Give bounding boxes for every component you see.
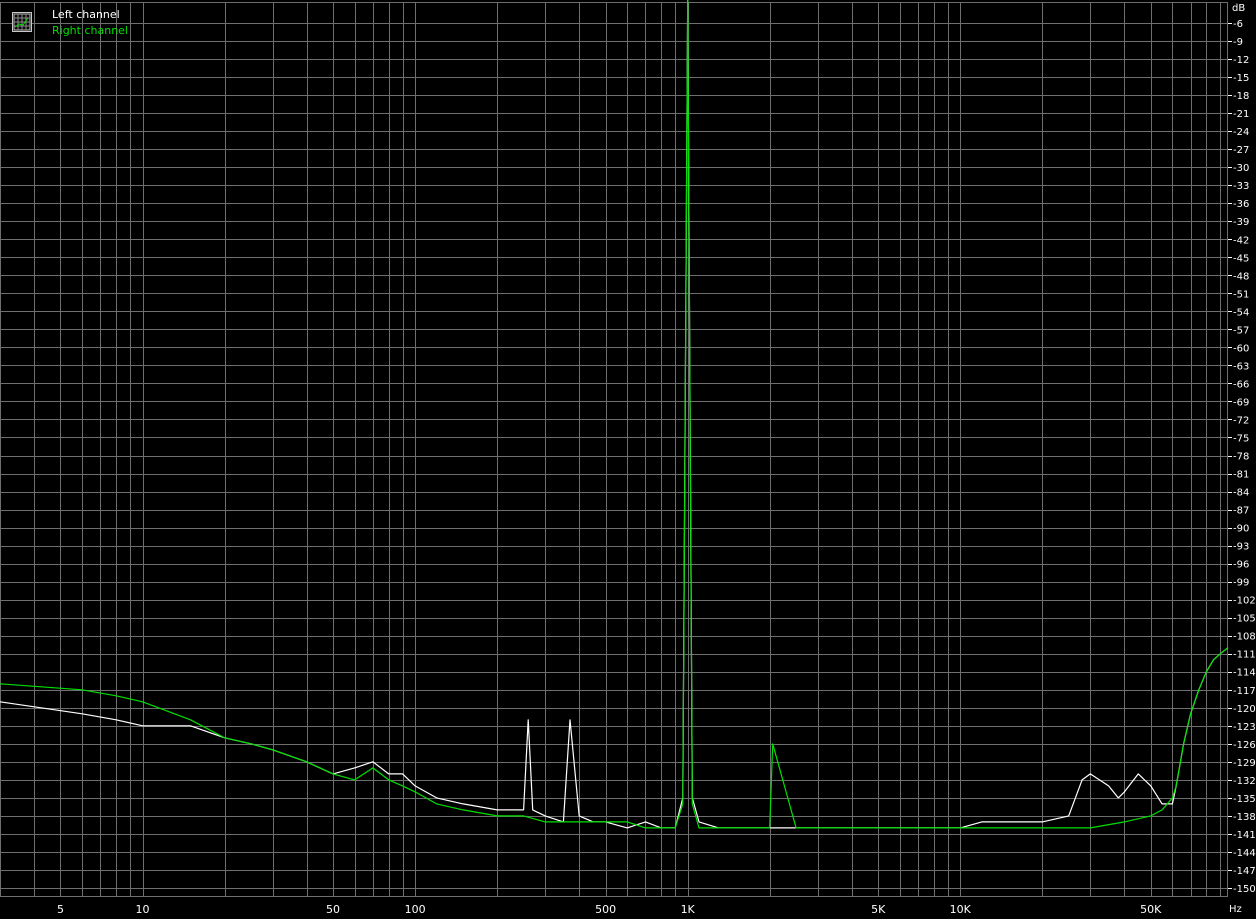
- y-tick-label: -147: [1233, 866, 1256, 877]
- x-axis-ticks: 5 10 50 100 500 1K 5K 10K 50K: [57, 903, 1162, 916]
- x-tick-label: 100: [405, 903, 426, 916]
- y-tick-label: -78: [1233, 452, 1249, 463]
- x-tick-label: 5K: [871, 903, 886, 916]
- legend-left-channel: Left channel: [52, 8, 120, 21]
- y-tick-label: -114: [1233, 668, 1256, 679]
- y-tick-label: -39: [1233, 217, 1249, 228]
- y-tick-label: -66: [1233, 379, 1249, 390]
- y-tick-label: -81: [1233, 470, 1249, 481]
- y-tick-label: -51: [1233, 289, 1249, 300]
- series-line-left: [0, 0, 1229, 829]
- x-tick-label: 50K: [1140, 903, 1162, 916]
- y-tick-label: -63: [1233, 361, 1249, 372]
- y-tick-label: -75: [1233, 433, 1249, 444]
- y-tick-label: -150: [1233, 884, 1256, 895]
- y-tick-label: -126: [1233, 740, 1256, 751]
- y-tick-label: -99: [1233, 578, 1249, 589]
- y-tick-label: -72: [1233, 415, 1249, 426]
- legend-right-channel: Right channel: [52, 24, 128, 37]
- series-layer: [0, 0, 1229, 829]
- y-tick-label: -120: [1233, 704, 1256, 715]
- y-tick-label: -33: [1233, 181, 1249, 192]
- y-tick-label: -117: [1233, 686, 1256, 697]
- y-tick-label: -96: [1233, 560, 1249, 571]
- y-unit-label: dB: [1232, 3, 1245, 14]
- y-tick-label: -90: [1233, 524, 1249, 535]
- x-tick-label: 50: [326, 903, 340, 916]
- y-tick-label: -87: [1233, 506, 1249, 517]
- y-tick-label: -12: [1233, 55, 1249, 66]
- y-tick-label: -27: [1233, 145, 1249, 156]
- y-tick-label: -21: [1233, 109, 1249, 120]
- x-tick-label: 1K: [681, 903, 696, 916]
- y-tick-label: -45: [1233, 253, 1249, 264]
- y-tick-label: -129: [1233, 758, 1256, 769]
- y-tick-label: -105: [1233, 614, 1256, 625]
- series-line-right: [0, 0, 1229, 829]
- y-tick-label: -69: [1233, 397, 1249, 408]
- x-tick-label: 10K: [950, 903, 972, 916]
- y-tick-label: -24: [1233, 127, 1249, 138]
- y-tick-label: -54: [1233, 307, 1249, 318]
- y-tick-label: -36: [1233, 199, 1249, 210]
- y-tick-label: -144: [1233, 848, 1256, 859]
- y-tick-label: -30: [1233, 163, 1249, 174]
- y-tick-label: -135: [1233, 794, 1256, 805]
- y-tick-label: -141: [1233, 830, 1256, 841]
- y-tick-label: -15: [1233, 73, 1249, 84]
- y-tick-label: -102: [1233, 596, 1256, 607]
- y-tick-label: -132: [1233, 776, 1256, 787]
- spectrum-chart: -6 -9 -12 -15 -18 -21 -24 -27 -30 -33 -36 -39 -42 -45…: [0, 0, 1256, 916]
- y-tick-label: -9: [1233, 37, 1243, 48]
- x-tick-label: 5: [57, 903, 64, 916]
- x-tick-label: 500: [595, 903, 616, 916]
- y-tick-label: -108: [1233, 632, 1256, 643]
- y-tick-label: -6: [1233, 19, 1243, 30]
- y-tick-label: -18: [1233, 91, 1249, 102]
- x-unit-label: Hz: [1229, 904, 1242, 915]
- grid-minor: [0, 2, 1228, 897]
- y-tick-label: -138: [1233, 812, 1256, 823]
- y-tick-label: -57: [1233, 325, 1249, 336]
- x-tick-label: 10: [136, 903, 150, 916]
- y-axis-ticks: -6 -9 -12 -15 -18 -21 -24 -27 -30 -33 -36 -39 -42 -45…: [1228, 19, 1256, 895]
- legend-grid-icon: [12, 12, 32, 32]
- y-tick-label: -123: [1233, 722, 1256, 733]
- y-tick-label: -42: [1233, 235, 1249, 246]
- y-tick-label: -60: [1233, 343, 1249, 354]
- y-tick-label: -111: [1233, 650, 1256, 661]
- y-tick-label: -93: [1233, 542, 1249, 553]
- y-tick-label: -84: [1233, 488, 1249, 499]
- y-tick-label: -48: [1233, 271, 1249, 282]
